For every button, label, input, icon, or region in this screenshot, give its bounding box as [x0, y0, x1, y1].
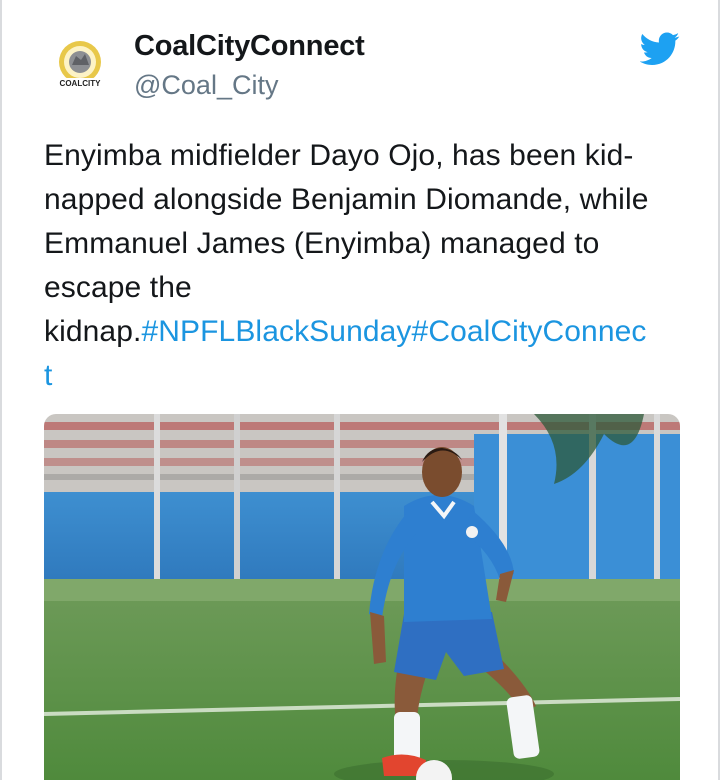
- tweet-line-last: kidnap.#NPFLBlackSunday#CoalCityConnec: [44, 310, 684, 354]
- user-handle[interactable]: @Coal_City: [134, 70, 278, 101]
- avatar[interactable]: COALCITY: [52, 38, 108, 94]
- footballer-photo: [44, 414, 680, 780]
- tweet-text: Enyimba midfielder Dayo Ojo, has been ki…: [44, 134, 684, 398]
- tweet-line: Emmanuel James (Enyimba) managed to: [44, 227, 600, 260]
- coalcity-logo-avatar: COALCITY: [58, 41, 102, 88]
- tweet-line: Enyimba midfielder Dayo Ojo, has been ki…: [44, 139, 634, 172]
- tweet-line: napped alongside Benjamin Diomande, whil…: [44, 183, 649, 216]
- tweet-line: escape the: [44, 271, 192, 304]
- tweet-header: COALCITY CoalCityConnect @Coal_City: [2, 0, 718, 116]
- twitter-bird-icon[interactable]: [639, 32, 680, 66]
- tweet-photo[interactable]: [44, 414, 680, 780]
- hashtag-coalcityconnect-wrap[interactable]: t: [44, 354, 684, 398]
- avatar-logo-text: COALCITY: [60, 79, 102, 88]
- tweet-text-prefix: kidnap.: [44, 315, 142, 348]
- tweet-card: COALCITY CoalCityConnect @Coal_City Enyi…: [0, 0, 720, 780]
- display-name[interactable]: CoalCityConnect: [134, 30, 365, 63]
- hashtag-coalcityconnect[interactable]: #CoalCityConnec: [412, 315, 647, 348]
- hashtag-npfl-black-sunday[interactable]: #NPFLBlackSunday: [141, 315, 411, 348]
